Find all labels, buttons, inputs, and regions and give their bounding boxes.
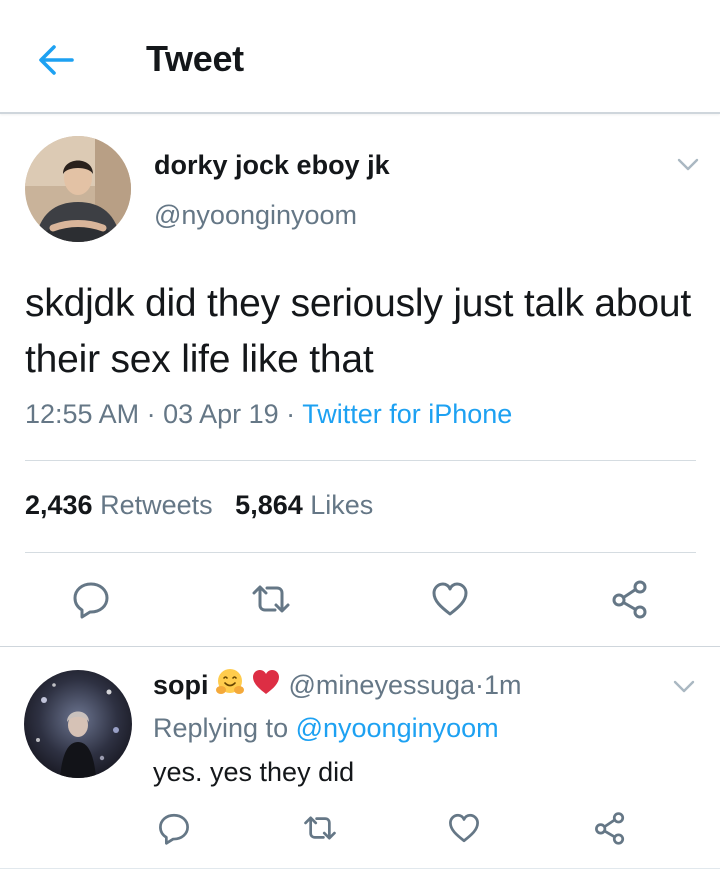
retweet-icon (304, 816, 336, 840)
meta-separator: · (278, 399, 303, 429)
reply-icon (73, 582, 109, 619)
replying-prefix: Replying to (153, 713, 296, 743)
page-title: Tweet (146, 38, 244, 79)
tweet-menu-button[interactable] (676, 157, 700, 173)
top-app-bar: Tweet (0, 0, 720, 114)
author-display-name[interactable]: dorky jock eboy jk (154, 150, 390, 181)
likes-stat[interactable]: 5,864 Likes (235, 490, 373, 520)
like-icon (449, 813, 479, 843)
retweet-icon (252, 585, 290, 613)
tweet-text: skdjdk did they seriously just talk abou… (25, 282, 691, 381)
hugging-face-emoji (215, 668, 245, 703)
reply-header: sopi @mineyessuga · 1m (153, 668, 522, 703)
divider (0, 868, 720, 869)
tweet-time: 12:55 AM (25, 399, 140, 429)
tweet-date: 03 Apr 19 (163, 399, 279, 429)
like-button[interactable] (428, 577, 472, 621)
replying-to-line: Replying to @nyoonginyoom (153, 713, 499, 744)
reply-author-display-name[interactable]: sopi (153, 670, 209, 701)
section-divider (0, 646, 720, 647)
red-heart-emoji (251, 668, 281, 703)
reply-text: yes. yes they did (153, 757, 355, 787)
reply-button[interactable] (69, 577, 113, 621)
divider (25, 460, 696, 461)
chevron-down-icon (673, 680, 695, 693)
likes-count: 5,864 (235, 490, 303, 520)
share-icon (595, 812, 625, 845)
chevron-down-icon (677, 158, 699, 171)
likes-label: Likes (310, 490, 374, 520)
reply-retweet-button[interactable] (298, 806, 342, 850)
author-handle[interactable]: @nyoonginyoom (154, 200, 357, 231)
tweet-source-link[interactable]: Twitter for iPhone (302, 399, 512, 429)
arrow-left-icon (39, 45, 74, 75)
like-icon (432, 582, 468, 616)
meta-separator: · (139, 399, 164, 429)
reply-reply-button[interactable] (152, 806, 196, 850)
divider (25, 552, 696, 553)
retweet-button[interactable] (249, 577, 293, 621)
tweet-stats: 2,436 Retweets 5,864 Likes (25, 490, 373, 521)
reply-author-handle[interactable]: @mineyessuga (289, 670, 476, 701)
author-avatar[interactable] (25, 136, 131, 242)
reply-share-button[interactable] (588, 806, 632, 850)
share-button[interactable] (608, 577, 652, 621)
reply-author-avatar[interactable] (24, 670, 132, 778)
reply-like-button[interactable] (442, 806, 486, 850)
reply-icon (159, 813, 189, 845)
reply-menu-button[interactable] (672, 679, 696, 695)
share-icon (612, 580, 647, 619)
retweets-count: 2,436 (25, 490, 93, 520)
back-button[interactable] (36, 40, 76, 80)
retweets-label: Retweets (100, 490, 213, 520)
retweets-stat[interactable]: 2,436 Retweets (25, 490, 213, 520)
reply-time: 1m (484, 670, 522, 700)
tweet-metadata: 12:55 AM · 03 Apr 19 · Twitter for iPhon… (25, 399, 512, 430)
meta-separator: · (475, 670, 485, 700)
replying-to-mention[interactable]: @nyoonginyoom (296, 713, 499, 743)
